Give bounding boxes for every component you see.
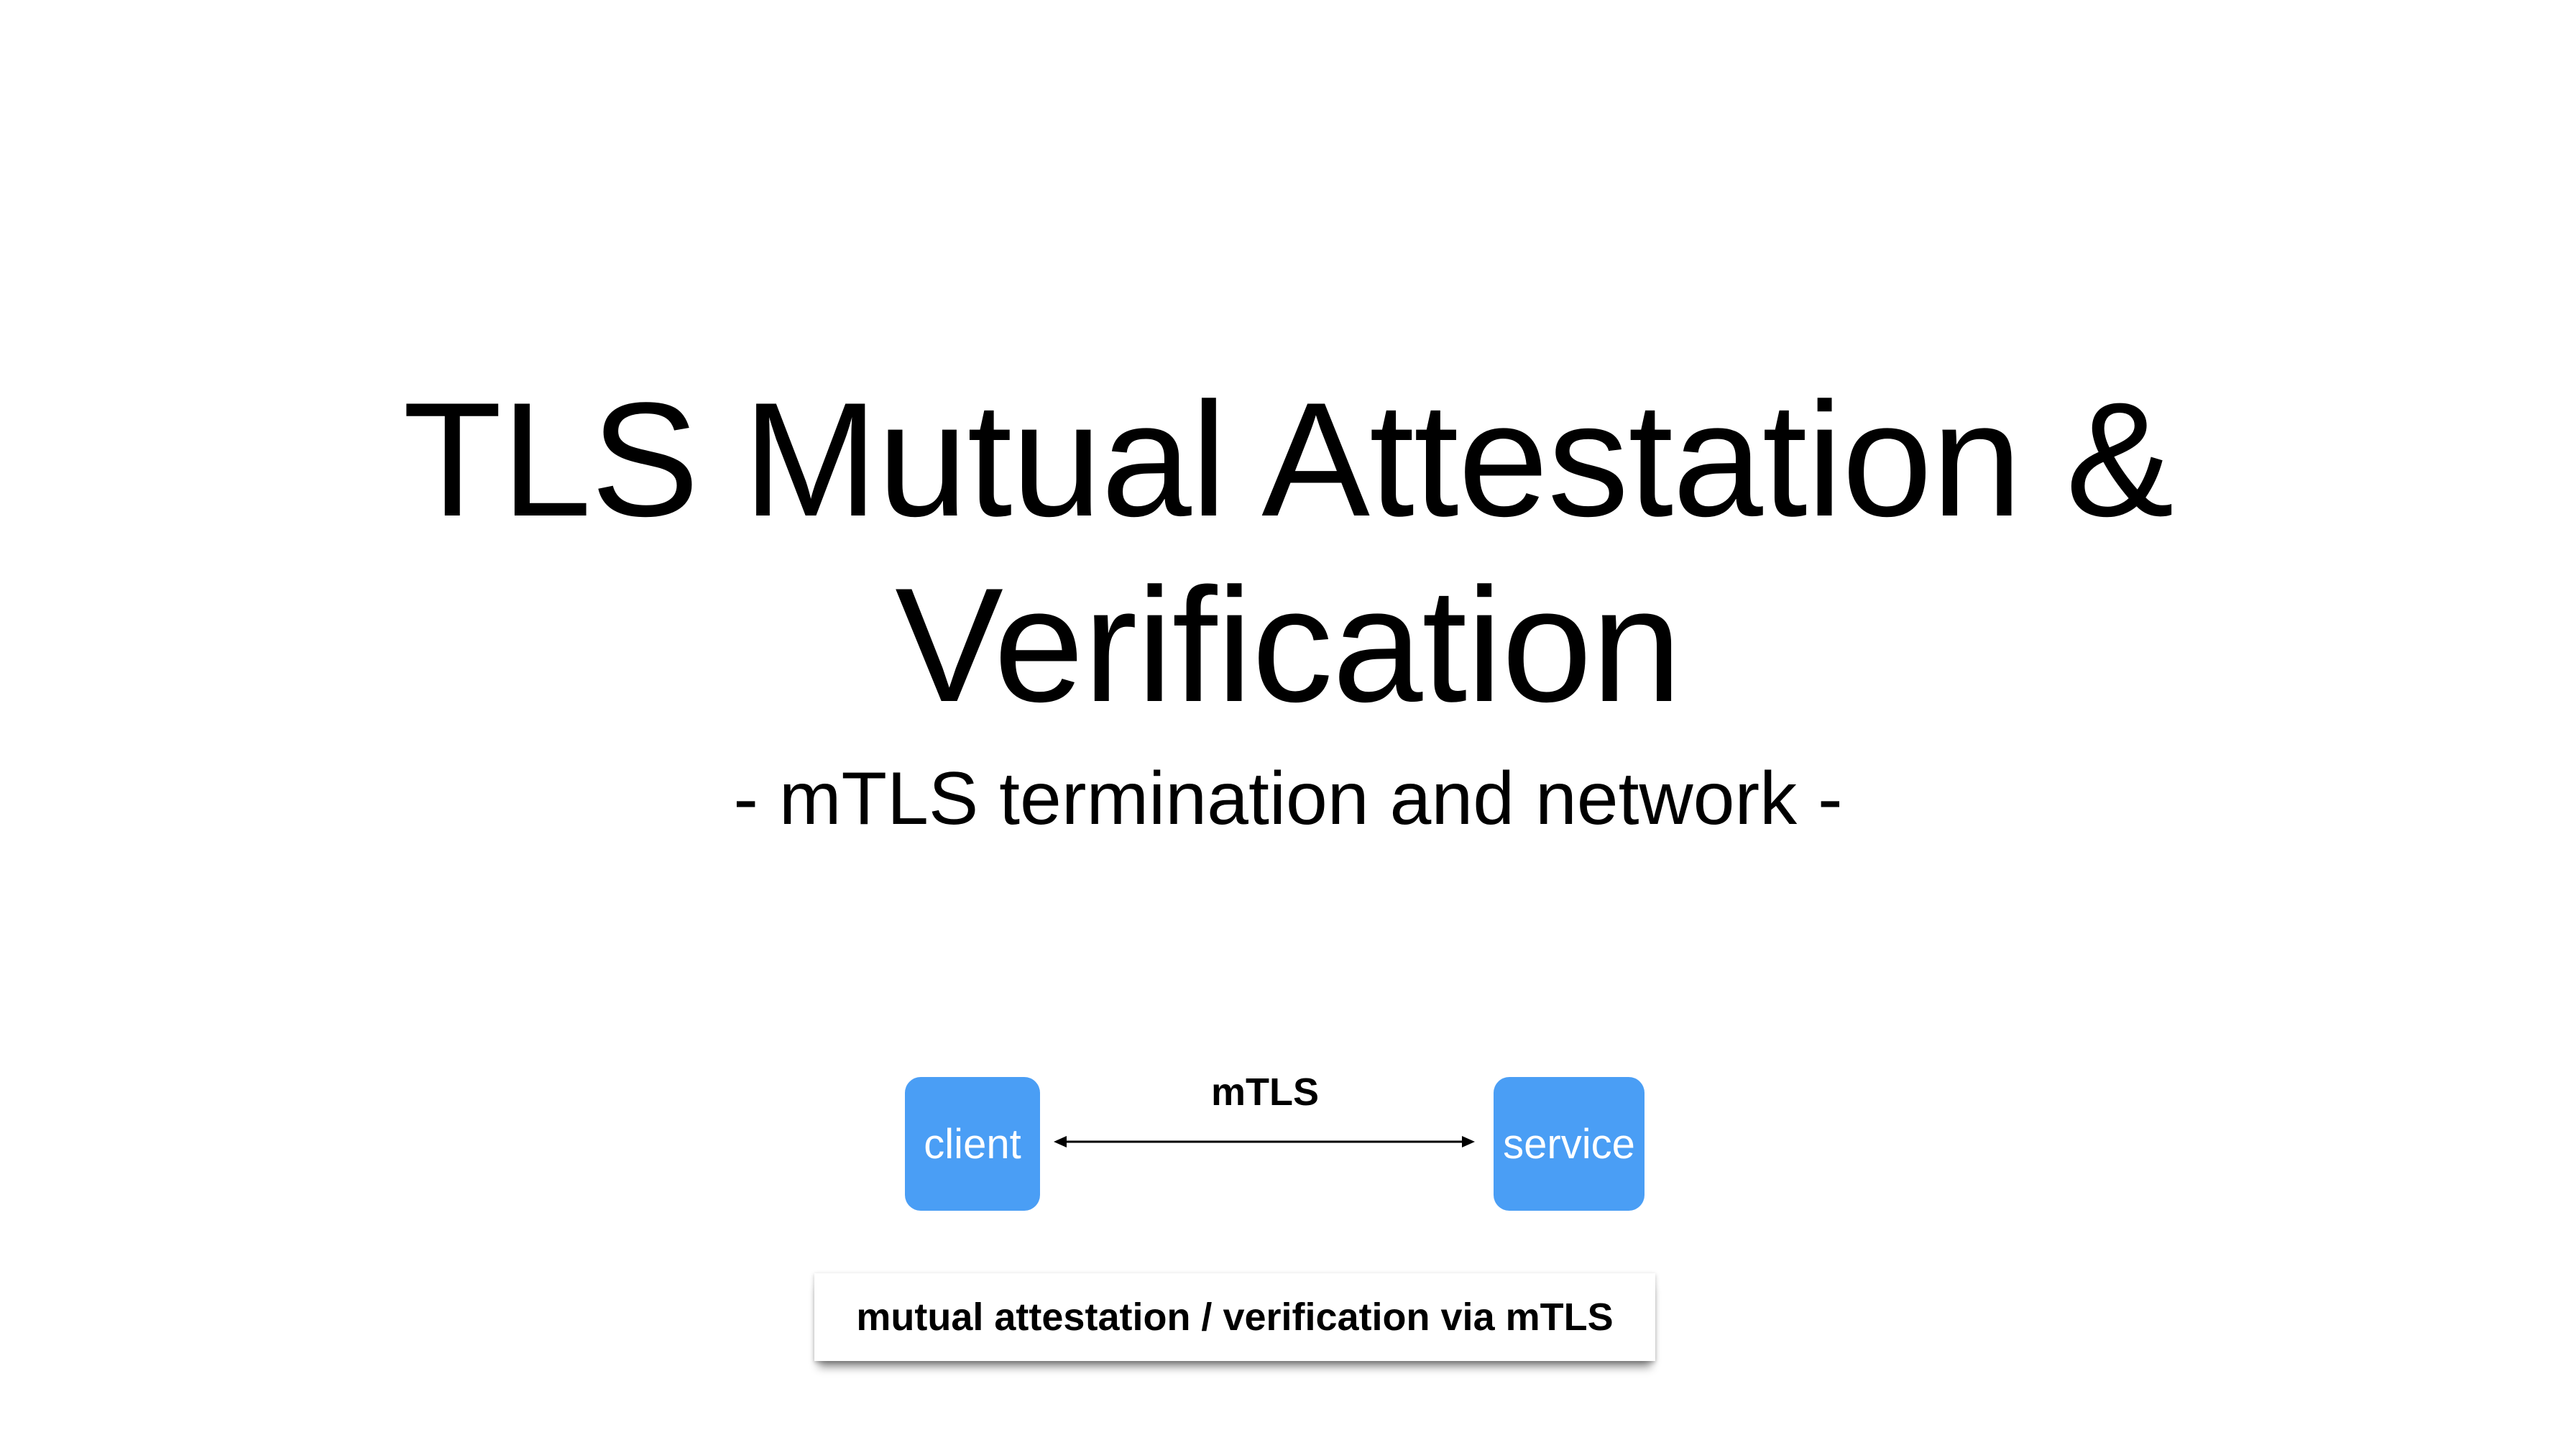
arrowhead-left-icon — [1054, 1136, 1067, 1147]
service-node: service — [1494, 1077, 1644, 1211]
service-node-label: service — [1503, 1120, 1635, 1168]
mtls-connection-arrow — [1054, 1136, 1475, 1147]
caption-text: mutual attestation / verification via mT… — [856, 1296, 1614, 1339]
caption-box: mutual attestation / verification via mT… — [814, 1273, 1655, 1361]
arrowhead-right-icon — [1462, 1136, 1475, 1147]
